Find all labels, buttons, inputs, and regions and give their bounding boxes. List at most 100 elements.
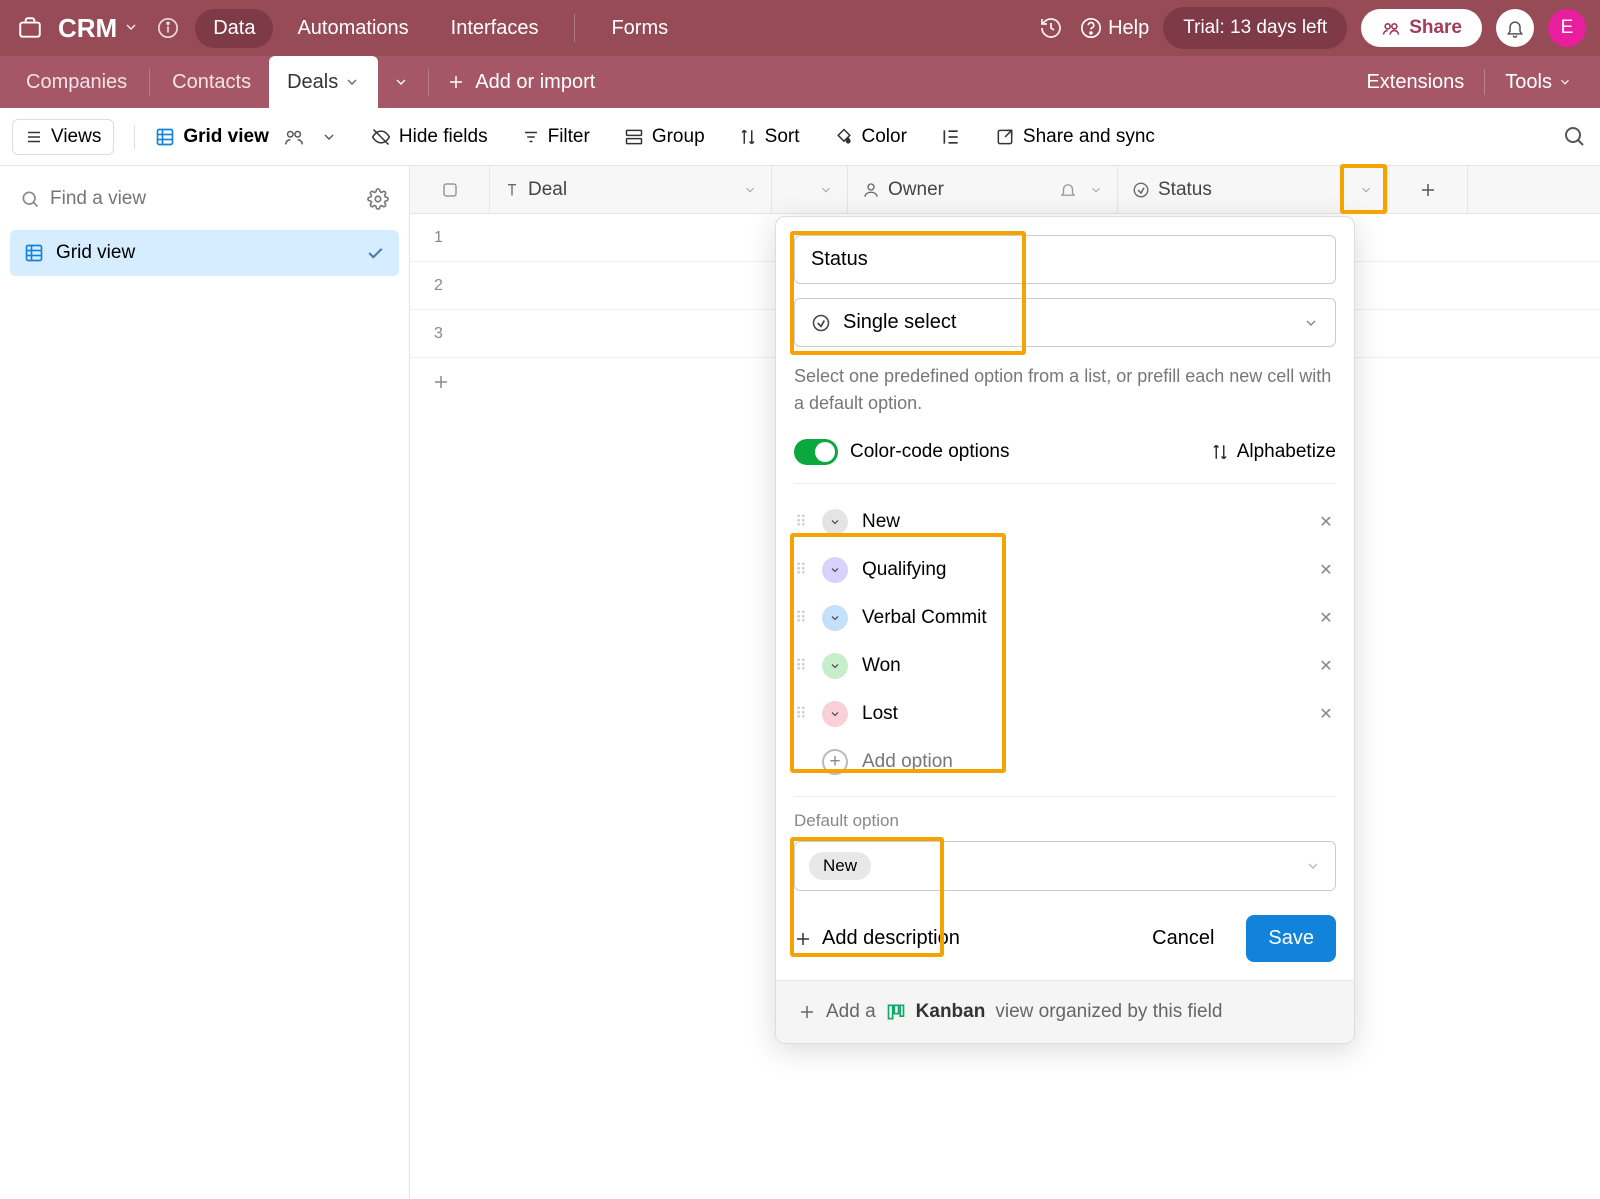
top-bar: CRM Data Automations Interfaces Forms He… xyxy=(0,0,1600,56)
topnav-forms[interactable]: Forms xyxy=(593,9,686,48)
option-row[interactable]: ⠿ Lost ✕ xyxy=(794,690,1336,738)
divider xyxy=(428,68,429,96)
hide-fields-label: Hide fields xyxy=(399,126,488,148)
option-color-swatch[interactable] xyxy=(822,605,848,631)
save-button[interactable]: Save xyxy=(1246,915,1336,962)
tab-contacts[interactable]: Contacts xyxy=(154,56,269,108)
option-row[interactable]: ⠿Qualifying✕ xyxy=(794,546,1336,594)
topnav-data[interactable]: Data xyxy=(195,9,273,48)
color-code-label: Color-code options xyxy=(850,441,1009,463)
notifications-button[interactable] xyxy=(1496,9,1534,47)
drag-handle-icon[interactable]: ⠿ xyxy=(794,656,808,676)
row-height-button[interactable] xyxy=(941,127,961,147)
alphabetize-label: Alphabetize xyxy=(1237,441,1336,463)
tabsbar-right: Extensions Tools xyxy=(1346,69,1592,95)
color-button[interactable]: Color xyxy=(834,126,907,148)
column-menu-chevron-icon[interactable] xyxy=(1355,179,1377,201)
gear-icon[interactable] xyxy=(367,188,389,210)
group-label: Group xyxy=(652,126,705,148)
avatar[interactable]: E xyxy=(1548,9,1586,47)
single-select-icon xyxy=(811,313,831,333)
add-description-button[interactable]: Add description xyxy=(794,927,960,950)
help-label: Help xyxy=(1108,17,1149,40)
topnav-automations[interactable]: Automations xyxy=(279,9,426,48)
drag-handle-icon[interactable]: ⠿ xyxy=(794,512,808,532)
extensions-button[interactable]: Extensions xyxy=(1346,71,1484,94)
add-option-button[interactable]: + Add option xyxy=(794,738,1336,786)
app-menu-chevron-icon[interactable] xyxy=(123,19,141,37)
drag-handle-icon[interactable]: ⠿ xyxy=(794,704,808,724)
option-color-swatch[interactable] xyxy=(822,557,848,583)
find-view-row xyxy=(10,180,399,218)
remove-option-button[interactable]: ✕ xyxy=(1316,512,1336,532)
tools-button[interactable]: Tools xyxy=(1485,71,1592,94)
view-toolbar: Views Grid view Hide fields Filter Group… xyxy=(0,108,1600,166)
find-view-input[interactable] xyxy=(50,188,357,210)
notify-field-icon[interactable] xyxy=(1059,181,1077,199)
chevron-down-icon xyxy=(1305,858,1321,874)
chevron-down-icon[interactable] xyxy=(321,129,337,145)
base-icon[interactable] xyxy=(14,12,46,44)
views-sidebar: Grid view xyxy=(0,166,410,1199)
option-color-swatch[interactable] xyxy=(822,701,848,727)
text-field-icon xyxy=(504,182,520,198)
hide-fields-button[interactable]: Hide fields xyxy=(371,126,488,148)
option-label: Lost xyxy=(862,703,898,725)
field-name-input[interactable] xyxy=(794,235,1336,284)
current-view-button[interactable]: Grid view xyxy=(155,126,337,148)
info-icon[interactable] xyxy=(157,17,179,39)
column-label: Owner xyxy=(888,179,944,201)
option-row[interactable]: ⠿ New ✕ xyxy=(794,498,1336,546)
column-menu-chevron-icon[interactable] xyxy=(1085,179,1107,201)
column-menu-chevron-icon[interactable] xyxy=(739,179,761,201)
current-view-label: Grid view xyxy=(183,126,269,148)
tab-deals[interactable]: Deals xyxy=(269,56,378,108)
topbar-right: Help Trial: 13 days left Share E xyxy=(1036,7,1586,49)
view-item-grid-view[interactable]: Grid view xyxy=(10,230,399,276)
tab-companies[interactable]: Companies xyxy=(8,56,145,108)
filter-button[interactable]: Filter xyxy=(522,126,590,148)
drag-handle-icon[interactable]: ⠿ xyxy=(794,560,808,580)
share-button[interactable]: Share xyxy=(1361,9,1482,47)
option-row[interactable]: ⠿Won✕ xyxy=(794,642,1336,690)
default-option-select[interactable]: New xyxy=(794,841,1336,891)
add-column-button[interactable] xyxy=(1388,166,1468,213)
add-or-import-button[interactable]: Add or import xyxy=(447,71,595,94)
tab-label: Deals xyxy=(287,71,338,94)
history-icon[interactable] xyxy=(1036,13,1066,43)
option-color-swatch[interactable] xyxy=(822,509,848,535)
help-button[interactable]: Help xyxy=(1080,17,1149,40)
group-button[interactable]: Group xyxy=(624,126,705,148)
alphabetize-button[interactable]: Alphabetize xyxy=(1211,441,1336,463)
remove-option-button[interactable]: ✕ xyxy=(1316,560,1336,580)
sort-button[interactable]: Sort xyxy=(739,126,800,148)
chevron-down-icon[interactable] xyxy=(344,74,360,90)
option-color-swatch[interactable] xyxy=(822,653,848,679)
collaborators-icon[interactable] xyxy=(283,126,305,148)
topnav-interfaces[interactable]: Interfaces xyxy=(433,9,557,48)
search-button[interactable] xyxy=(1562,124,1588,150)
row-number: 2 xyxy=(410,262,490,309)
option-label: New xyxy=(862,511,900,533)
option-row[interactable]: ⠿Verbal Commit✕ xyxy=(794,594,1336,642)
color-code-toggle[interactable] xyxy=(794,439,838,465)
remove-option-button[interactable]: ✕ xyxy=(1316,656,1336,676)
trial-badge[interactable]: Trial: 13 days left xyxy=(1163,7,1347,49)
remove-option-button[interactable]: ✕ xyxy=(1316,608,1336,628)
share-sync-button[interactable]: Share and sync xyxy=(995,126,1155,148)
panel-footer[interactable]: Add a Kanban view organized by this fiel… xyxy=(776,980,1354,1043)
column-menu-chevron-icon[interactable] xyxy=(815,179,837,201)
column-header-status[interactable]: Status xyxy=(1118,166,1388,213)
column-header-deal[interactable]: Deal xyxy=(490,166,772,213)
footer-kanban-label: Kanban xyxy=(916,1001,986,1023)
cancel-button[interactable]: Cancel xyxy=(1138,917,1228,960)
field-type-select[interactable]: Single select xyxy=(794,298,1336,347)
column-header-blank[interactable] xyxy=(772,166,848,213)
views-toggle-button[interactable]: Views xyxy=(12,119,114,155)
column-header-owner[interactable]: Owner xyxy=(848,166,1118,213)
toolbar-right xyxy=(1562,124,1588,150)
remove-option-button[interactable]: ✕ xyxy=(1316,704,1336,724)
drag-handle-icon[interactable]: ⠿ xyxy=(794,608,808,628)
tabs-overflow-button[interactable] xyxy=(378,56,424,108)
select-all-header[interactable] xyxy=(410,166,490,213)
